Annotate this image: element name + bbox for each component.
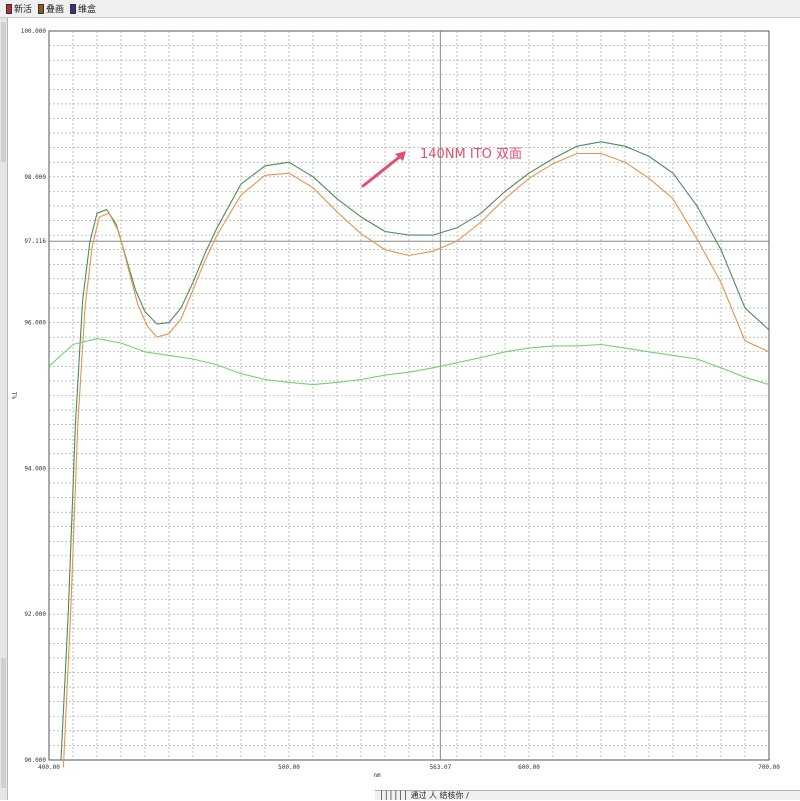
y-tick-label: 96.000: [24, 320, 46, 327]
y-tick-label: 90.000: [24, 757, 46, 764]
x-tick-label: 400.00: [38, 764, 60, 771]
x-tick-label: 500.00: [278, 764, 300, 771]
y-tick-label: 98.000: [24, 174, 46, 181]
y-tick-label: 92.000: [24, 611, 46, 618]
y-tick-label: 94.000: [24, 465, 46, 472]
x-tick-label: 600.00: [518, 764, 540, 771]
annotation-label: 140NM ITO 双面: [420, 147, 522, 162]
x-axis-label: nm: [373, 772, 381, 779]
x-tick-label: 563.07: [430, 764, 452, 771]
y-axis-label: T%: [10, 392, 17, 400]
status-tabs[interactable]: ││││││ 通过 人 结核你 /: [375, 790, 800, 800]
y-tick-label: 97.116: [24, 238, 46, 245]
spectrum-chart: 90.000 92.000 94.000 96.000 97.116 98.000 100.…: [10, 28, 780, 779]
y-tick-label: 100.000: [21, 28, 47, 35]
x-tick-label: 700.00: [758, 764, 780, 771]
